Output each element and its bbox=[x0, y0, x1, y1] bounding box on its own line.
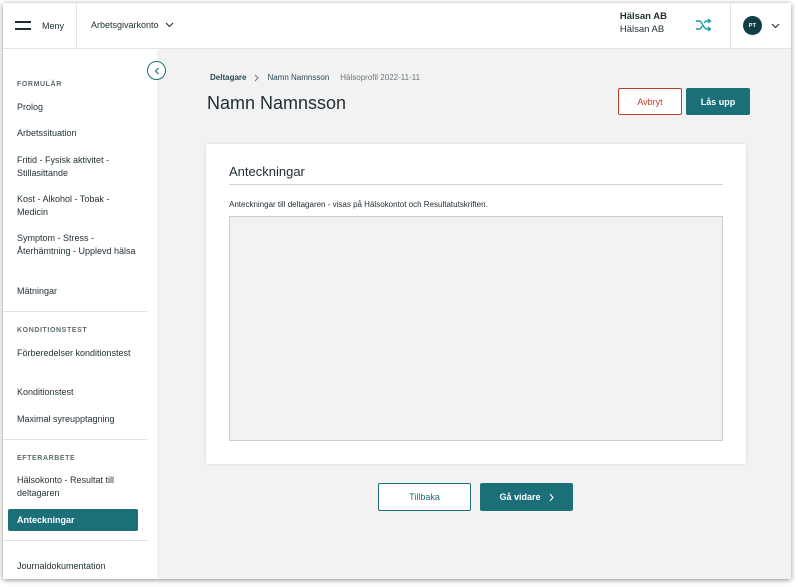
company-name: Hälsan AB bbox=[619, 11, 667, 22]
notes-textarea[interactable] bbox=[229, 216, 723, 441]
sidebar-item-forberedelser[interactable]: Förberedelser konditionstest bbox=[17, 347, 137, 360]
sidebar-item-prolog[interactable]: Prolog bbox=[17, 101, 137, 114]
chevron-right-icon bbox=[549, 493, 554, 501]
sidebar-item-arbetssituation[interactable]: Arbetssituation bbox=[17, 127, 137, 140]
menu-button[interactable]: Meny bbox=[15, 17, 64, 35]
sidebar: FORMULÄR Prolog Arbetssituation Fritid -… bbox=[3, 49, 157, 579]
sidebar-item-symptom[interactable]: Symptom - Stress - Återhämtning - Upplev… bbox=[17, 232, 137, 258]
section-title-efterarbete: EFTERARBETE bbox=[17, 455, 76, 462]
chevron-down-icon bbox=[165, 22, 173, 28]
notes-card: Anteckningar Anteckningar till deltagare… bbox=[206, 144, 746, 464]
company-subtitle: Hälsan AB bbox=[619, 24, 665, 35]
notes-description: Anteckningar till deltagaren - visas på … bbox=[229, 200, 488, 209]
sidebar-item-halsokonto[interactable]: Hälsokonto - Resultat till deltagaren bbox=[17, 474, 137, 500]
back-button[interactable]: Tillbaka bbox=[378, 483, 471, 511]
account-dropdown[interactable]: Arbetsgivarkonto bbox=[91, 20, 174, 30]
divider bbox=[3, 311, 147, 312]
cancel-button[interactable]: Avbryt bbox=[618, 88, 682, 115]
top-bar: Meny Arbetsgivarkonto Hälsan AB Hälsan A… bbox=[3, 3, 791, 49]
divider bbox=[730, 3, 731, 49]
breadcrumb-deltagare[interactable]: Deltagare bbox=[210, 73, 246, 82]
avatar: PT bbox=[743, 16, 762, 35]
section-title-konditionstest: KONDITIONSTEST bbox=[17, 327, 88, 334]
divider bbox=[3, 540, 147, 541]
account-label: Arbetsgivarkonto bbox=[91, 20, 159, 30]
app-window: Meny Arbetsgivarkonto Hälsan AB Hälsan A… bbox=[3, 3, 791, 579]
sidebar-item-matningar[interactable]: Mätningar bbox=[17, 285, 137, 298]
sidebar-item-anteckningar[interactable]: Anteckningar bbox=[8, 509, 138, 531]
sidebar-item-journaldokumentation[interactable]: Journaldokumentation bbox=[17, 560, 137, 573]
page-title: Namn Namnsson bbox=[207, 93, 347, 113]
breadcrumb-current: Hälsoprofil 2022-11-11 bbox=[340, 73, 421, 82]
sidebar-item-kost[interactable]: Kost - Alkohol - Tobak - Medicin bbox=[17, 193, 137, 219]
user-menu[interactable]: PT bbox=[743, 16, 780, 35]
divider bbox=[229, 184, 723, 185]
notes-title: Anteckningar bbox=[229, 164, 305, 179]
hamburger-icon bbox=[15, 21, 31, 31]
chevron-right-icon bbox=[254, 74, 260, 82]
chevron-left-icon bbox=[154, 67, 159, 74]
company-info: Hälsan AB Hälsan AB bbox=[620, 11, 667, 36]
divider bbox=[3, 439, 147, 440]
shuffle-icon[interactable] bbox=[695, 18, 713, 37]
section-title-formular: FORMULÄR bbox=[17, 81, 62, 88]
sidebar-item-maximal-syreupptagning[interactable]: Maximal syreupptagning bbox=[17, 413, 137, 426]
collapse-sidebar-button[interactable] bbox=[147, 61, 166, 80]
breadcrumb-participant[interactable]: Namn Namnsson bbox=[267, 73, 329, 82]
sidebar-item-fritid[interactable]: Fritid - Fysisk aktivitet - Stillasittan… bbox=[17, 154, 137, 180]
breadcrumb: Deltagare Namn Namnsson Hälsoprofil 2022… bbox=[210, 73, 420, 82]
next-button[interactable]: Gå vidare bbox=[480, 483, 573, 511]
menu-label: Meny bbox=[42, 21, 65, 31]
unlock-button[interactable]: Lås upp bbox=[686, 88, 750, 115]
next-button-label: Gå vidare bbox=[499, 492, 541, 502]
back-button-label: Tillbaka bbox=[409, 492, 440, 502]
chevron-down-icon bbox=[771, 23, 780, 28]
divider bbox=[76, 3, 77, 49]
sidebar-item-konditionstest[interactable]: Konditionstest bbox=[17, 386, 137, 399]
